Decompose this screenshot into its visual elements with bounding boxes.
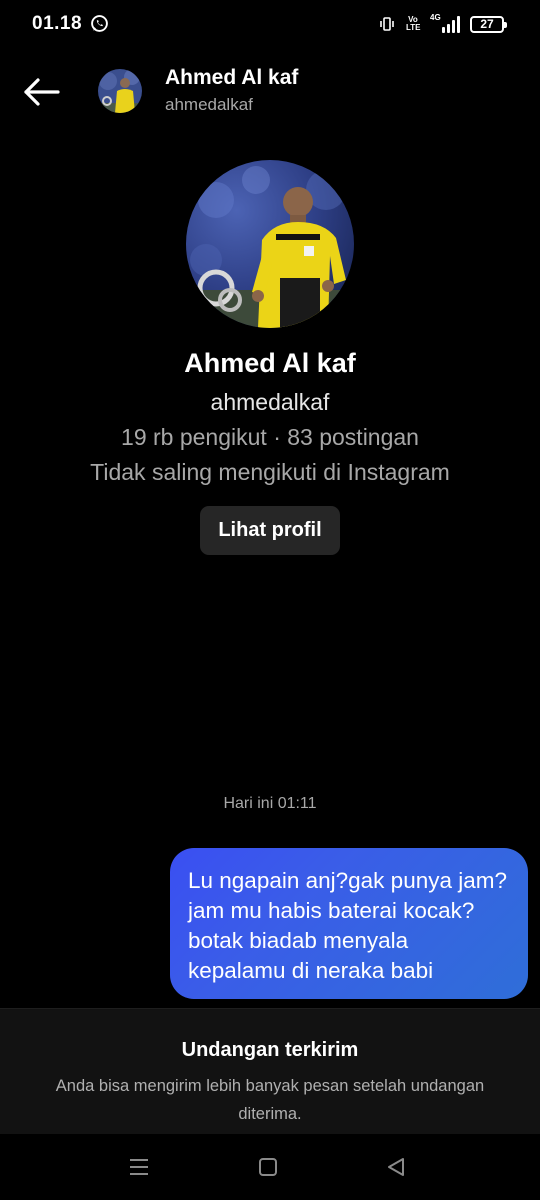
network-type: 4G	[430, 13, 441, 22]
notice-body: Anda bisa mengirim lebih banyak pesan se…	[55, 1077, 485, 1123]
battery-icon: 27	[470, 15, 507, 33]
profile-name: Ahmed Al kaf	[184, 348, 356, 378]
volte-indicator: Vo LTE	[406, 16, 421, 32]
home-icon[interactable]	[257, 1156, 279, 1178]
profile-stats: 19 rb pengikut · 83 postingan	[121, 424, 419, 450]
whatsapp-icon	[91, 15, 108, 32]
vibrate-icon	[380, 17, 394, 31]
status-icons: Vo LTE 4G 27	[378, 13, 507, 35]
back-triangle-icon[interactable]	[385, 1156, 407, 1178]
header-avatar[interactable]	[98, 69, 142, 113]
header-username: ahmedalkaf	[165, 95, 253, 114]
status-bar: 01.18 Vo LTE 4G 27	[0, 0, 540, 48]
notice-title: Undangan terkirim	[181, 1039, 359, 1061]
message-timestamp: Hari ini 01:11	[223, 795, 317, 812]
status-time: 01.18	[32, 13, 83, 34]
system-nav-bar	[0, 1134, 540, 1200]
signal-icon: 4G	[430, 13, 460, 33]
sent-message-bubble[interactable]: Lu ngapain anj?gak punya jam?jam mu habi…	[170, 848, 528, 999]
profile-relation: Tidak saling mengikuti di Instagram	[90, 459, 450, 485]
profile-username: ahmedalkaf	[210, 389, 330, 415]
recent-apps-icon[interactable]	[128, 1156, 150, 1178]
battery-level: 27	[480, 17, 494, 31]
view-profile-button[interactable]: Lihat profil	[200, 506, 340, 555]
volte-label-bottom: LTE	[406, 23, 421, 32]
profile-avatar[interactable]	[186, 160, 354, 328]
header-name[interactable]: Ahmed Al kaf	[165, 66, 298, 90]
invite-sent-notice: Undangan terkirim Anda bisa mengirim leb…	[0, 1008, 540, 1134]
chat-header: Ahmed Al kaf ahmedalkaf	[0, 60, 540, 124]
back-arrow-icon[interactable]	[20, 72, 64, 112]
profile-summary: Ahmed Al kaf ahmedalkaf 19 rb pengikut ·…	[0, 160, 540, 555]
